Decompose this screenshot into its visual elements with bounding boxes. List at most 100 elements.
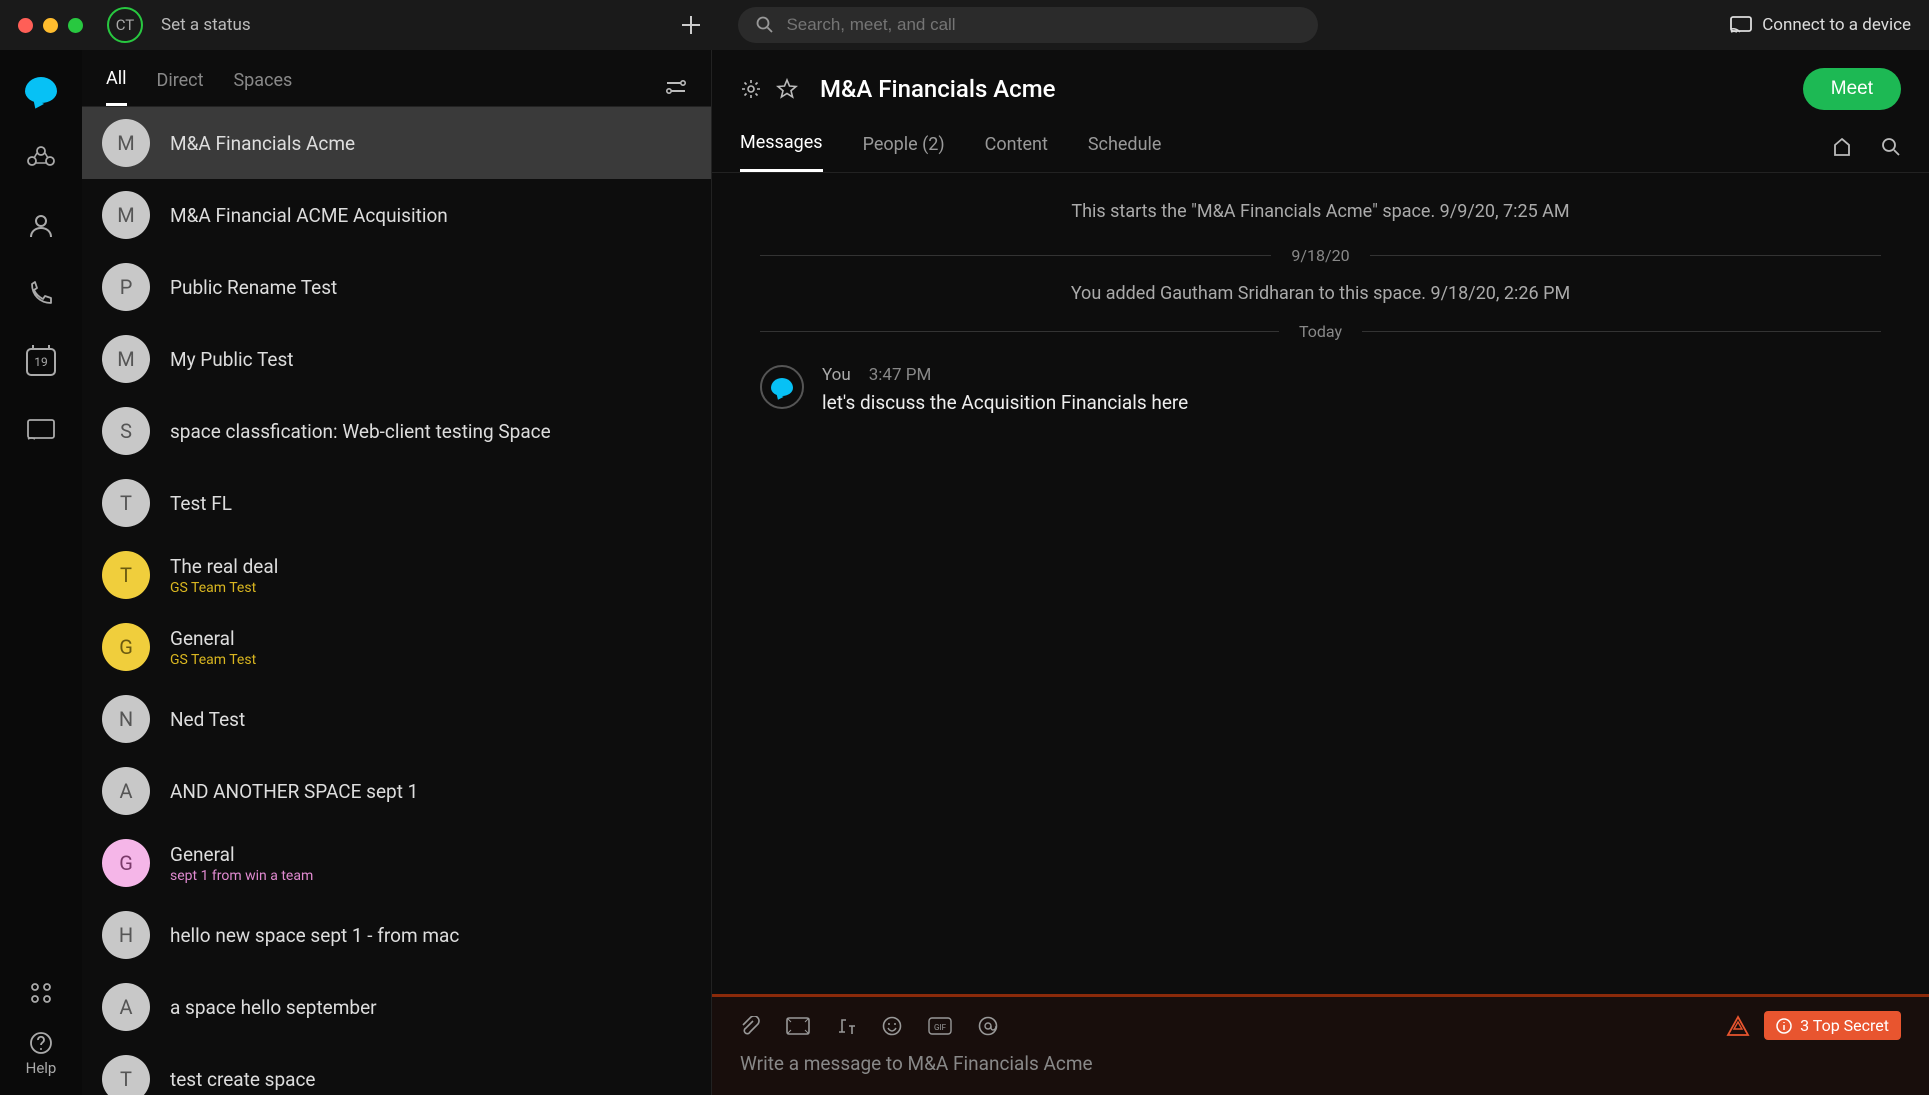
mention-icon[interactable]	[978, 1016, 998, 1036]
help-icon	[29, 1031, 53, 1055]
nav-contacts[interactable]	[21, 206, 61, 246]
gif-icon[interactable]: GIF	[928, 1017, 952, 1035]
conversation-title: space classfication: Web-client testing …	[170, 420, 551, 443]
top-bar: CT Set a status Connect to a device	[0, 0, 1929, 50]
classification-warning-icon	[1726, 1015, 1750, 1037]
nav-devices[interactable]	[21, 410, 61, 450]
conversation-avatar: G	[102, 623, 150, 671]
conversation-title: Test FL	[170, 492, 232, 515]
conversation-item[interactable]: M My Public Test	[82, 323, 711, 395]
nav-calls[interactable]	[21, 274, 61, 314]
conversation-avatar: P	[102, 263, 150, 311]
meet-button[interactable]: Meet	[1803, 68, 1901, 110]
nav-apps[interactable]	[21, 973, 61, 1013]
content-header: M&A Financials Acme Meet	[712, 50, 1929, 110]
conversation-item[interactable]: GGeneralsept 1 from win a team	[82, 827, 711, 899]
date-divider: 9/18/20	[760, 246, 1881, 265]
set-status-button[interactable]: Set a status	[161, 15, 251, 35]
conversation-title: AND ANOTHER SPACE sept 1	[170, 780, 418, 803]
info-icon	[1776, 1018, 1792, 1034]
conversation-item[interactable]: T Test FL	[82, 467, 711, 539]
conversation-title: Ned Test	[170, 708, 245, 731]
conversation-avatar: M	[102, 191, 150, 239]
minimize-window-icon[interactable]	[43, 18, 58, 33]
search-space-icon[interactable]	[1881, 137, 1901, 157]
tab-spaces[interactable]: Spaces	[233, 70, 292, 105]
conversation-title: Public Rename Test	[170, 276, 337, 299]
svg-text:GIF: GIF	[934, 1023, 947, 1032]
search-icon	[756, 16, 774, 34]
conversation-item[interactable]: M M&A Financials Acme	[82, 107, 711, 179]
conversation-avatar: T	[102, 479, 150, 527]
conversation-title: General	[170, 843, 313, 866]
conversation-item[interactable]: P Public Rename Test	[82, 251, 711, 323]
conversation-avatar: G	[102, 839, 150, 887]
tab-all[interactable]: All	[106, 68, 127, 106]
tab-people[interactable]: People (2)	[863, 134, 945, 171]
conversation-item[interactable]: Sspace classfication: Web-client testing…	[82, 395, 711, 467]
compose-toolbar: GIF 3 Top Secret	[740, 1011, 1901, 1040]
conversation-subtitle: GS Team Test	[170, 580, 278, 596]
space-start-text: This starts the "M&A Financials Acme" sp…	[760, 201, 1881, 222]
search-box[interactable]	[738, 7, 1318, 43]
new-action-button[interactable]	[662, 14, 720, 36]
conversation-item[interactable]: Ttest create space	[82, 1043, 711, 1095]
space-title: M&A Financials Acme	[820, 75, 1055, 103]
filter-button[interactable]	[665, 78, 687, 96]
conversation-item[interactable]: Aa space hello september	[82, 971, 711, 1043]
attach-icon[interactable]	[740, 1016, 760, 1036]
message-time: 3:47 PM	[869, 365, 932, 385]
search-input[interactable]	[786, 15, 1300, 35]
message-avatar[interactable]	[760, 365, 804, 409]
user-avatar[interactable]: CT	[107, 7, 143, 43]
conversation-item[interactable]: G General GS Team Test	[82, 611, 711, 683]
teams-icon	[26, 143, 56, 173]
calendar-icon: 19	[26, 348, 56, 376]
tab-schedule[interactable]: Schedule	[1088, 134, 1162, 171]
settings-icon[interactable]	[740, 78, 762, 100]
conversation-title: a space hello september	[170, 996, 377, 1019]
tab-content[interactable]: Content	[985, 134, 1048, 171]
window-controls	[18, 18, 83, 33]
conversation-item[interactable]: MM&A Financial ACME Acquisition	[82, 179, 711, 251]
conversation-avatar: M	[102, 119, 150, 167]
close-window-icon[interactable]	[18, 18, 33, 33]
conversation-avatar: N	[102, 695, 150, 743]
date-divider: Today	[760, 322, 1881, 341]
connect-device-button[interactable]: Connect to a device	[1730, 15, 1911, 35]
tab-direct[interactable]: Direct	[157, 70, 204, 105]
nav-calendar[interactable]: 19	[21, 342, 61, 382]
conversation-item[interactable]: TThe real dealGS Team Test	[82, 539, 711, 611]
conversation-avatar: M	[102, 335, 150, 383]
maximize-window-icon[interactable]	[68, 18, 83, 33]
classification-badge[interactable]: 3 Top Secret	[1764, 1011, 1901, 1040]
conversation-item[interactable]: Hhello new space sept 1 - from mac	[82, 899, 711, 971]
chat-icon	[771, 378, 793, 396]
conversation-title: My Public Test	[170, 348, 293, 371]
content-panel: M&A Financials Acme Meet Messages People…	[712, 50, 1929, 1095]
favorite-icon[interactable]	[776, 78, 798, 100]
nav-help[interactable]: Help	[21, 1031, 61, 1077]
nav-rail: 19 Help	[0, 50, 82, 1095]
conversation-avatar: S	[102, 407, 150, 455]
pop-out-icon[interactable]	[1831, 137, 1853, 157]
format-icon[interactable]	[836, 1017, 856, 1035]
emoji-icon[interactable]	[882, 1016, 902, 1036]
conversation-item[interactable]: AAND ANOTHER SPACE sept 1	[82, 755, 711, 827]
conversation-list: M M&A Financials Acme MM&A Financial ACME …	[82, 107, 711, 1095]
compose-input[interactable]: Write a message to M&A Financials Acme	[740, 1052, 1901, 1075]
screenshot-icon[interactable]	[786, 1017, 810, 1035]
nav-messaging[interactable]	[21, 70, 61, 110]
nav-teams[interactable]	[21, 138, 61, 178]
conversation-avatar: H	[102, 911, 150, 959]
conversation-avatar: T	[102, 551, 150, 599]
conversation-title: General	[170, 627, 256, 650]
tab-messages[interactable]: Messages	[740, 132, 823, 172]
cast-nav-icon	[27, 419, 55, 441]
conversation-title: M&A Financials Acme	[170, 132, 355, 155]
conversation-item[interactable]: N Ned Test	[82, 683, 711, 755]
apps-icon	[29, 981, 53, 1005]
contact-icon	[27, 212, 55, 240]
conversation-subtitle: GS Team Test	[170, 652, 256, 668]
phone-icon	[27, 280, 55, 308]
